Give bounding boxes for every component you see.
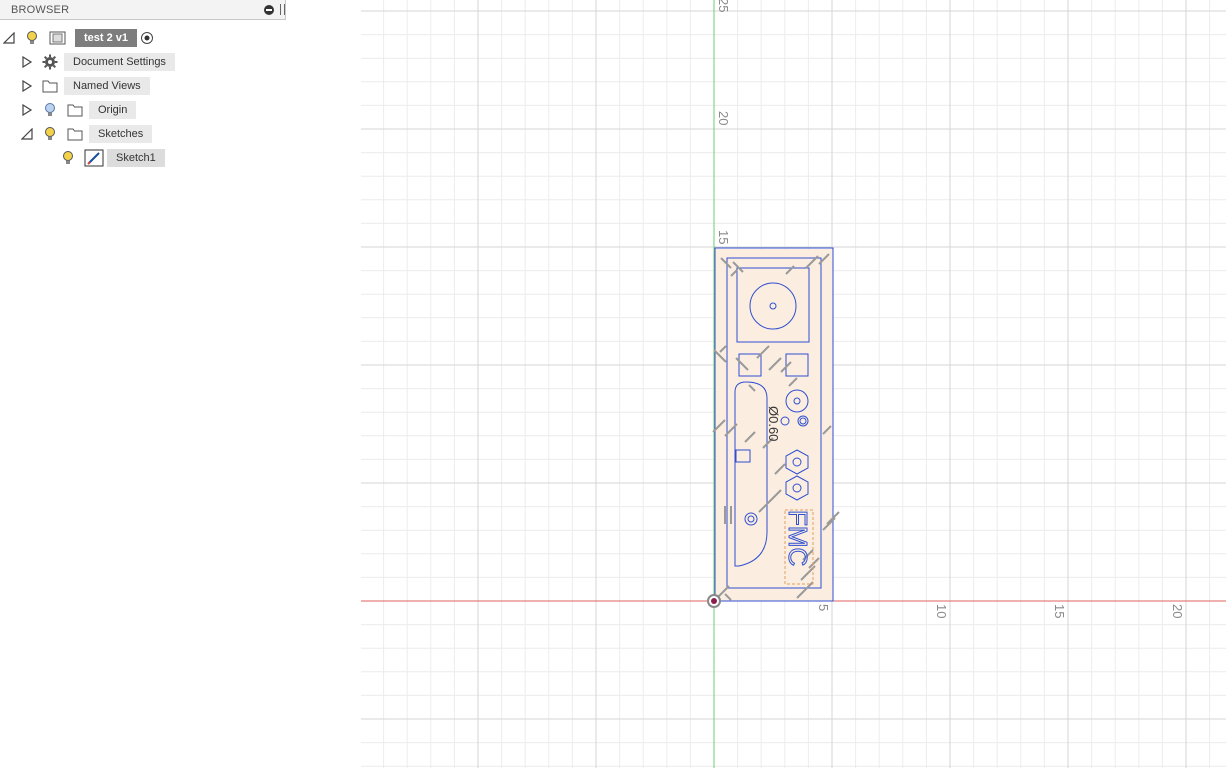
browser-root-label[interactable]: test 2 v1	[75, 29, 138, 47]
browser-panel: BROWSER test 2 v1 Document Settings Name…	[0, 0, 360, 768]
browser-root-row[interactable]: test 2 v1	[0, 28, 170, 48]
collapse-triangle-icon[interactable]	[3, 32, 15, 44]
browser-item-label[interactable]: Sketch1	[107, 149, 165, 167]
gear-icon	[42, 54, 58, 70]
folder-icon	[42, 80, 58, 93]
pin-panel-icon[interactable]	[280, 4, 285, 15]
browser-title: BROWSER	[11, 4, 70, 16]
design-canvas[interactable]: 5 10 15 20 5 10 15 20 25	[361, 0, 1226, 768]
browser-item-sketches[interactable]: Sketches	[0, 124, 160, 144]
component-icon	[49, 31, 66, 45]
folder-icon	[67, 128, 83, 141]
visibility-bulb-off-icon[interactable]	[43, 102, 57, 118]
collapse-triangle-icon[interactable]	[21, 128, 33, 140]
x-tick-label: 10	[934, 604, 949, 618]
y-tick-label: 15	[716, 230, 731, 244]
x-tick-label: 20	[1170, 604, 1185, 618]
activate-radio-icon[interactable]	[140, 31, 154, 45]
x-tick-label: 5	[816, 604, 831, 611]
origin-point-center[interactable]	[711, 598, 717, 604]
expand-triangle-icon[interactable]	[21, 104, 33, 116]
expand-triangle-icon[interactable]	[21, 80, 33, 92]
visibility-bulb-icon[interactable]	[61, 150, 75, 166]
browser-item-document-settings[interactable]: Document Settings	[0, 52, 180, 72]
browser-item-named-views[interactable]: Named Views	[0, 76, 160, 96]
browser-item-sketch1[interactable]: Sketch1	[0, 148, 170, 168]
browser-header: BROWSER	[0, 0, 286, 20]
sketch-icon	[84, 149, 104, 167]
y-tick-label: 25	[716, 0, 731, 12]
browser-item-label[interactable]: Sketches	[89, 125, 153, 143]
sketch1-geometry[interactable]: FMC Ø0.60	[707, 247, 840, 608]
x-tick-label: 15	[1052, 604, 1067, 618]
expand-triangle-icon[interactable]	[21, 56, 33, 68]
folder-icon	[67, 104, 83, 117]
browser-item-label[interactable]: Origin	[89, 101, 137, 119]
sketch-text[interactable]: FMC	[783, 510, 814, 567]
dimension-label[interactable]: Ø0.60	[766, 406, 781, 441]
visibility-bulb-icon[interactable]	[43, 126, 57, 142]
canvas-svg[interactable]: 5 10 15 20 5 10 15 20 25	[361, 0, 1226, 768]
browser-item-origin[interactable]: Origin	[0, 100, 140, 120]
collapse-panel-button[interactable]	[264, 5, 274, 15]
visibility-bulb-icon[interactable]	[25, 30, 39, 46]
browser-item-label[interactable]: Named Views	[64, 77, 150, 95]
browser-item-label[interactable]: Document Settings	[64, 53, 175, 71]
y-tick-label: 20	[716, 111, 731, 125]
